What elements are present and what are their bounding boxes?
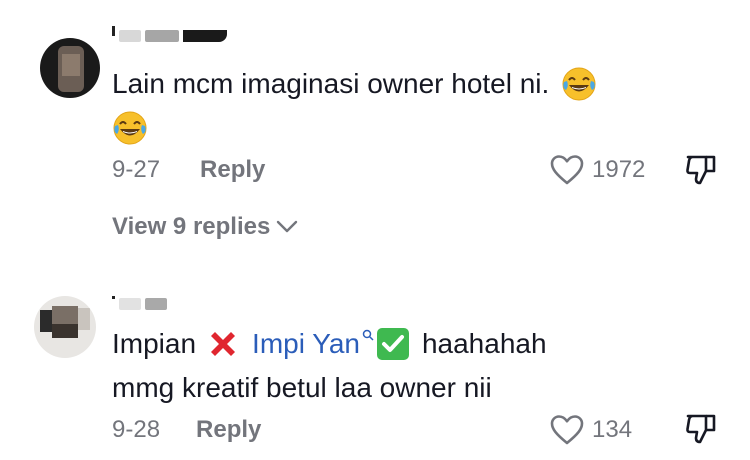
- reply-button[interactable]: Reply: [200, 156, 265, 184]
- like-count: 134: [592, 416, 633, 443]
- like-count: 1972: [592, 156, 646, 183]
- cross-mark-icon: [206, 327, 240, 361]
- username-redacted[interactable]: [112, 26, 227, 42]
- laughing-face-icon: [112, 110, 148, 146]
- reply-button[interactable]: Reply: [196, 416, 261, 444]
- heart-icon: [550, 154, 584, 186]
- comment-text: Impian Impi Yan haahahah mmg kreatif bet…: [112, 322, 732, 410]
- like-button[interactable]: 134: [550, 414, 632, 446]
- heart-icon: [550, 414, 584, 446]
- view-replies-label: View 9 replies: [112, 213, 271, 240]
- laughing-face-icon: [561, 66, 597, 102]
- avatar[interactable]: [34, 296, 96, 358]
- avatar[interactable]: [40, 38, 100, 98]
- check-mark-icon: [376, 327, 410, 361]
- chevron-down-icon: [276, 220, 298, 234]
- comment-text: Lain mcm imaginasi owner hotel ni.: [112, 62, 712, 150]
- dislike-icon: [684, 153, 718, 187]
- comment-meta: 9-28 Reply: [112, 416, 261, 444]
- username-redacted[interactable]: [112, 295, 167, 310]
- comment-date: 9-28: [112, 416, 161, 443]
- search-icon: [362, 329, 374, 341]
- dislike-button[interactable]: [684, 153, 718, 187]
- dislike-button[interactable]: [684, 412, 718, 446]
- comment-date: 9-27: [112, 156, 161, 183]
- like-button[interactable]: 1972: [550, 154, 645, 186]
- dislike-icon: [684, 412, 718, 446]
- mention-link[interactable]: Impi Yan: [252, 322, 360, 366]
- view-replies-button[interactable]: View 9 replies: [112, 213, 298, 241]
- comment-meta: 9-27 Reply: [112, 156, 265, 184]
